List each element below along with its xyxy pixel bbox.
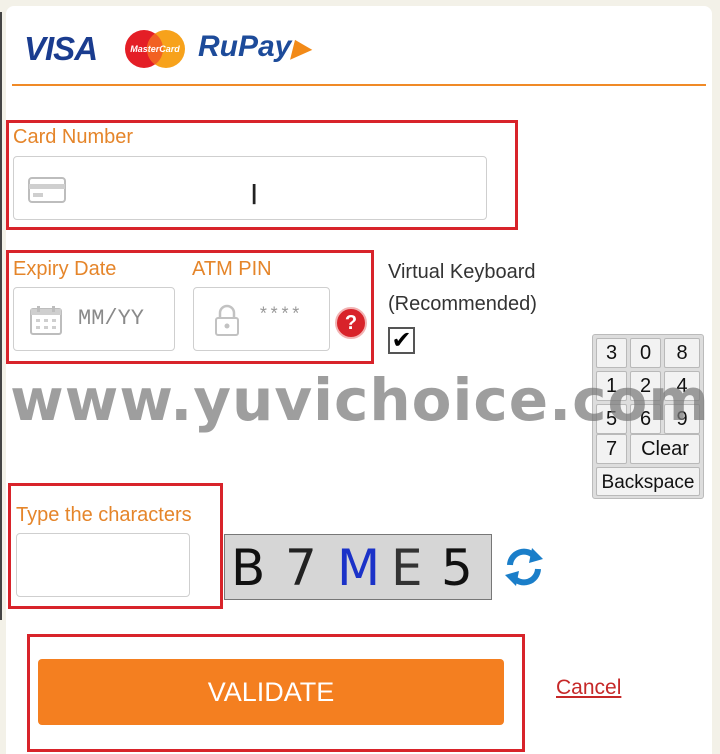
captcha-char-1: B — [231, 539, 266, 597]
keypad-key-7[interactable]: 7 — [596, 434, 627, 464]
lock-icon — [215, 304, 239, 336]
expiry-placeholder: MM/YY — [78, 306, 145, 331]
keypad-key-8[interactable]: 8 — [664, 338, 700, 368]
keypad-key-9[interactable]: 9 — [664, 404, 700, 434]
validate-button[interactable]: VALIDATE — [38, 659, 504, 725]
virtual-keyboard-label-line1: Virtual Keyboard — [388, 261, 536, 283]
panel-left-border — [0, 12, 2, 620]
rupay-wordmark: RuPay — [198, 30, 292, 63]
credit-card-icon — [28, 177, 66, 203]
text-cursor-icon: I — [250, 178, 259, 211]
keypad-key-1[interactable]: 1 — [596, 371, 627, 401]
expiry-label: Expiry Date — [13, 258, 117, 280]
virtual-keypad: 3 0 8 1 2 4 5 6 9 7 Clear Backspace — [592, 334, 704, 499]
keypad-key-5[interactable]: 5 — [596, 404, 627, 434]
keypad-key-4[interactable]: 4 — [664, 371, 700, 401]
captcha-char-2: 7 — [285, 539, 317, 597]
captcha-label: Type the characters — [16, 504, 192, 526]
virtual-keyboard-label: Virtual Keyboard (Recommended) — [388, 256, 537, 320]
mastercard-logo: MasterCard — [125, 30, 185, 68]
rupay-arrow-icon: ▶ — [291, 35, 310, 62]
captcha-image: B 7 M E 5 — [224, 534, 492, 600]
refresh-captcha-icon[interactable] — [502, 545, 546, 589]
captcha-char-3: M — [337, 539, 381, 597]
keypad-key-0[interactable]: 0 — [630, 338, 661, 368]
visa-logo: VISA — [24, 30, 98, 67]
atm-pin-placeholder: **** — [258, 306, 302, 326]
keypad-clear-key[interactable]: Clear — [630, 434, 700, 464]
calendar-icon — [30, 306, 62, 335]
cancel-link[interactable]: Cancel — [556, 676, 621, 700]
keypad-backspace-key[interactable]: Backspace — [596, 467, 700, 496]
captcha-char-5: 5 — [441, 539, 473, 597]
captcha-input[interactable] — [16, 533, 190, 597]
captcha-char-4: E — [391, 539, 423, 597]
rupay-logo: RuPay▶ — [198, 30, 310, 64]
virtual-keyboard-label-line2: (Recommended) — [388, 293, 537, 315]
help-icon[interactable]: ? — [335, 307, 367, 339]
brand-divider — [12, 84, 706, 86]
virtual-keyboard-checkbox[interactable]: ✔ — [388, 327, 415, 354]
card-number-input[interactable]: I — [13, 156, 487, 220]
keypad-key-3[interactable]: 3 — [596, 338, 627, 368]
mastercard-wordmark: MasterCard — [130, 44, 180, 54]
keypad-key-2[interactable]: 2 — [630, 371, 661, 401]
atm-pin-label: ATM PIN — [192, 258, 272, 280]
atm-pin-input[interactable]: **** — [193, 287, 330, 351]
expiry-input[interactable]: MM/YY — [13, 287, 175, 351]
card-number-label: Card Number — [13, 126, 134, 148]
keypad-key-6[interactable]: 6 — [630, 404, 661, 434]
